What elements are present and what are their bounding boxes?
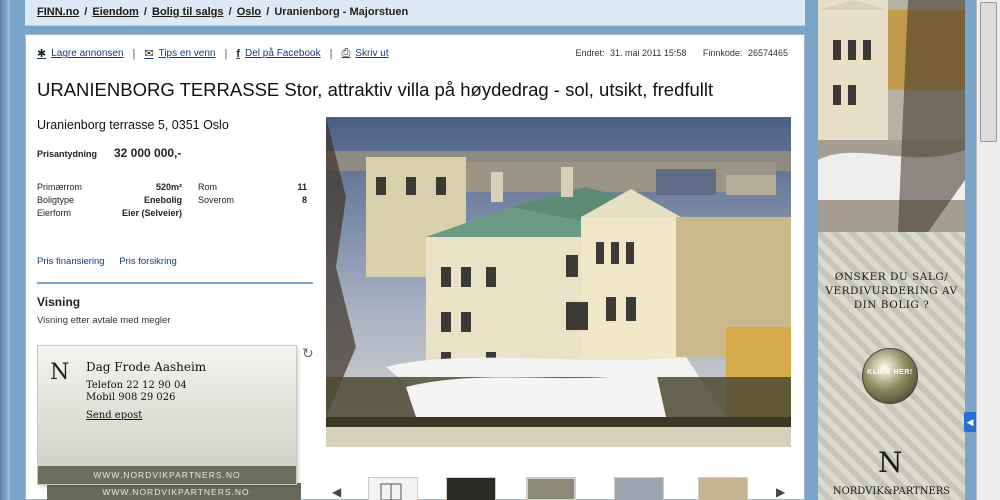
share-facebook-link[interactable]: f Del på Facebook [236, 48, 320, 60]
facebook-icon: f [236, 47, 241, 60]
thumbnail-prev-icon[interactable]: ◀ [332, 485, 341, 499]
code-label: Finnkode: [702, 48, 743, 58]
price-value: 32 000 000,- [114, 146, 182, 160]
listing-panel: ✱ Lagre annonsen | ✉ Tips en venn | f De… [25, 34, 805, 500]
agent-phone: Telefon 22 12 90 04 [86, 380, 187, 391]
section-divider [37, 282, 313, 284]
ad-click-button[interactable]: KLIKK HER! [862, 348, 918, 404]
send-email-link[interactable]: Send epost [86, 410, 142, 421]
fact-row: Eierform Eier (Selveier) [37, 207, 182, 218]
tip-friend-link[interactable]: ✉ Tips en venn [144, 47, 215, 60]
financing-link[interactable]: Pris finansiering [37, 256, 105, 267]
breadcrumb: FINN.no / Eiendom / Bolig til salgs / Os… [25, 0, 805, 26]
listing-title: URANIENBORG TERRASSE Stor, attraktiv vil… [37, 79, 714, 100]
envelope-icon: ✉ [144, 48, 154, 60]
code-value: 26574465 [747, 48, 788, 58]
breadcrumb-bolig-til-salgs[interactable]: Bolig til salgs [152, 6, 224, 18]
price-links: Pris finansiering Pris forsikring [37, 256, 189, 267]
agent-card[interactable]: N Dag Frode Aasheim Telefon 22 12 90 04 … [37, 345, 297, 485]
vertical-scrollbar[interactable] [976, 0, 1000, 500]
floorplan-icon [380, 483, 402, 500]
agent-url: WWW.NORDVIKPARTNERS.NO [38, 466, 296, 484]
star-icon: ✱ [37, 48, 47, 60]
breadcrumb-current: Uranienborg - Majorstuen [274, 6, 409, 18]
updated-value: 31. mai 2011 15:58 [610, 48, 687, 58]
agent-card-shadow: WWW.NORDVIKPARTNERS.NO [47, 483, 301, 500]
thumbnail-photo-5[interactable] [698, 477, 748, 500]
agent-url-secondary: WWW.NORDVIKPARTNERS.NO [102, 487, 250, 497]
price-label: Prisantydning [37, 149, 98, 159]
nordvik-ad-logo-icon: N [878, 446, 903, 479]
scrollbar-thumb[interactable] [980, 2, 997, 142]
breadcrumb-eiendom[interactable]: Eiendom [92, 6, 138, 18]
main-photo[interactable] [326, 117, 791, 445]
printer-icon: ⎙ [341, 47, 351, 59]
ad-brand-name: NORDVIK&PARTNERS [832, 486, 951, 497]
side-tab-button[interactable]: ◀ [964, 412, 976, 432]
viewing-heading: Visning [37, 295, 81, 309]
action-bar: ✱ Lagre annonsen | ✉ Tips en venn | f De… [37, 47, 389, 60]
thumbnail-photo-4[interactable] [614, 477, 664, 500]
thumbnail-logo[interactable] [446, 477, 496, 500]
thumbnail-strip: ◀ ▶ [326, 465, 791, 500]
photo-caption-bar [326, 427, 791, 447]
updated-label: Endret: [575, 48, 605, 58]
agent-mobile: Mobil 908 29 026 [86, 392, 176, 403]
listing-address: Uranienborg terrasse 5, 0351 Oslo [37, 118, 229, 132]
print-link[interactable]: ⎙ Skriv ut [341, 47, 388, 60]
breadcrumb-oslo[interactable]: Oslo [237, 6, 261, 18]
agent-name: Dag Frode Aasheim [86, 360, 207, 374]
nordvik-logo-icon: N [50, 360, 70, 385]
save-ad-link[interactable]: ✱ Lagre annonsen [37, 47, 124, 60]
listing-meta: Endret: 31. mai 2011 15:58 Finnkode: 265… [572, 48, 788, 58]
ad-headline: ØNSKER DU SALG/ VERDIVURDERING AV DIN BO… [825, 271, 958, 311]
nordvik-ad[interactable]: ØNSKER DU SALG/ VERDIVURDERING AV DIN BO… [818, 0, 965, 500]
fact-row: Primærrom 520m² Rom 11 [37, 181, 307, 192]
thumbnail-floorplan[interactable] [368, 477, 418, 500]
insurance-link[interactable]: Pris forsikring [119, 256, 177, 267]
ad-photo [818, 0, 965, 232]
thumbnail-selected[interactable] [526, 477, 576, 500]
page-curl-icon[interactable]: ↻ [302, 345, 314, 362]
thumbnail-next-icon[interactable]: ▶ [776, 485, 785, 499]
house-photo-illustration [326, 117, 791, 445]
breadcrumb-finn[interactable]: FINN.no [37, 6, 79, 18]
browser-frame-left [0, 0, 10, 500]
viewing-text: Visning etter avtale med megler [37, 315, 171, 326]
key-facts: Primærrom 520m² Rom 11 Boligtype Eneboli… [37, 180, 307, 219]
fact-row: Boligtype Enebolig Soverom 8 [37, 194, 307, 205]
